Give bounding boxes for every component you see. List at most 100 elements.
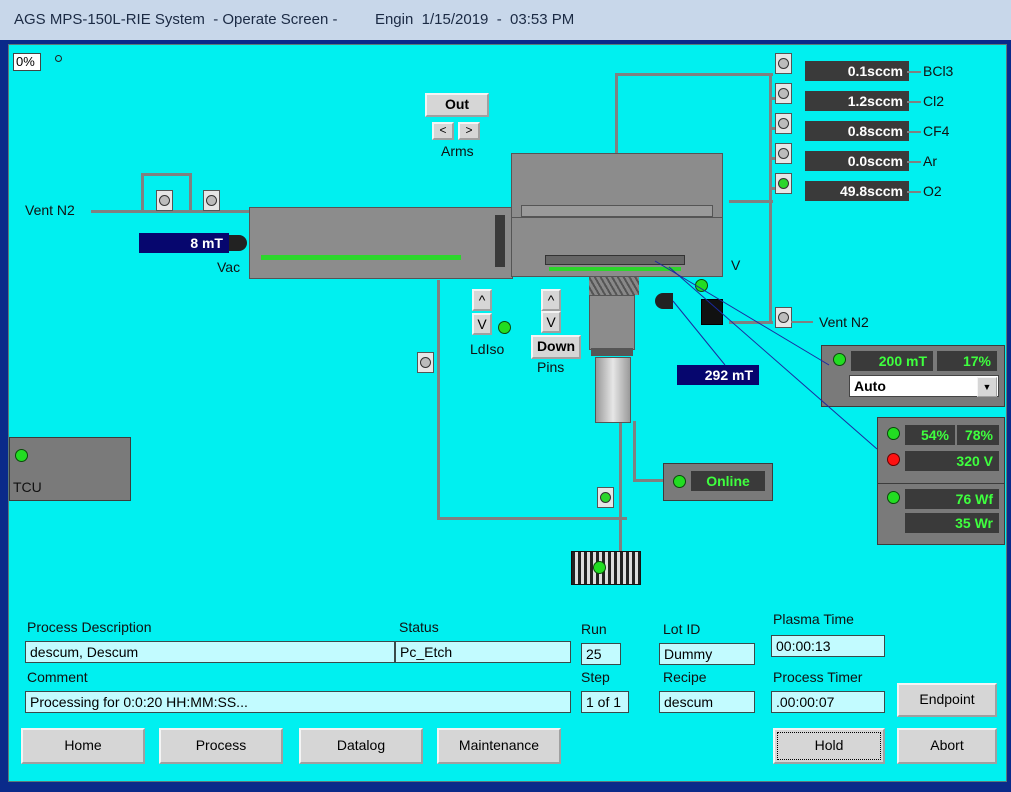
gas-name-cl2: Cl2 (923, 93, 945, 109)
pressure-control-led (833, 353, 846, 366)
rf-match-led (887, 427, 900, 440)
turbo-pump (595, 357, 631, 423)
status-field: Pc_Etch (395, 641, 571, 663)
rf-forward-readout: 76 Wf (905, 489, 999, 509)
arms-left-button[interactable]: < (432, 122, 454, 140)
lotid-label: Lot ID (663, 621, 701, 637)
process-button[interactable]: Process (159, 728, 283, 764)
pipe (729, 200, 773, 203)
pipe (615, 73, 773, 76)
pressure-mode-value: Auto (854, 378, 886, 394)
status-dot-icon (55, 55, 62, 62)
step-label: Step (581, 669, 610, 685)
vent-valve-right[interactable] (775, 307, 792, 328)
process-timer-field: .00:00:07 (771, 691, 885, 713)
recipe-label: Recipe (663, 669, 707, 685)
pipe (791, 321, 813, 323)
home-button[interactable]: Home (21, 728, 145, 764)
pipe (141, 173, 144, 213)
gas-readout-cf4: 0.8sccm (805, 121, 909, 141)
chamber-electrode (545, 255, 685, 265)
vent-valve-2[interactable] (203, 190, 220, 211)
vent-n2-left-label: Vent N2 (25, 202, 75, 218)
plasma-time-field: 00:00:13 (771, 635, 885, 657)
pipe (633, 421, 636, 481)
gas-name-cf4: CF4 (923, 123, 950, 139)
gas-valve-o2[interactable] (775, 173, 792, 194)
rf-power-led (887, 491, 900, 504)
chevron-down-icon[interactable]: ▼ (977, 377, 997, 397)
pins-up-button[interactable]: ^ (541, 289, 561, 311)
comment-label: Comment (27, 669, 88, 685)
vent-n2-right-label: Vent N2 (819, 314, 869, 330)
ldiso-status-led (498, 321, 511, 334)
pins-label: Pins (537, 359, 565, 375)
run-label: Run (581, 621, 607, 637)
pipe (141, 173, 191, 176)
pump-line-valve[interactable] (597, 487, 614, 508)
chamber-green-bar (549, 267, 681, 271)
rf-bias-readout: 320 V (905, 451, 999, 471)
pump-status-led (673, 475, 686, 488)
endpoint-button[interactable]: Endpoint (897, 683, 997, 717)
gas-readout-o2: 49.8sccm (805, 181, 909, 201)
pipe (907, 101, 921, 103)
pressure-mode-select[interactable]: Auto ▼ (849, 375, 999, 397)
arms-label: Arms (441, 143, 474, 159)
vent-valve-1[interactable] (156, 190, 173, 211)
roughing-pump-icon (571, 551, 641, 585)
pins-down-button[interactable]: V (541, 311, 561, 333)
chamber-hatch (589, 277, 639, 295)
pipe (437, 280, 440, 520)
chamber-gauge-icon (655, 293, 673, 309)
maintenance-button[interactable]: Maintenance (437, 728, 561, 764)
ldiso-label: LdIso (470, 341, 505, 357)
pressure-setpoint-readout: 200 mT (851, 351, 933, 371)
process-description-field[interactable]: descum, Descum (25, 641, 395, 663)
gas-readout-ar: 0.0sccm (805, 151, 909, 171)
gas-valve-ar[interactable] (775, 143, 792, 164)
pipe (437, 517, 627, 520)
vac-line-valve[interactable] (417, 352, 434, 373)
lotid-field[interactable]: Dummy (659, 643, 755, 665)
pipe (907, 191, 921, 193)
datalog-button[interactable]: Datalog (299, 728, 423, 764)
gas-valve-cf4[interactable] (775, 113, 792, 134)
vac-label: Vac (217, 259, 241, 275)
gas-valve-cl2[interactable] (775, 83, 792, 104)
window-title: AGS MPS-150L-RIE System - Operate Screen… (0, 0, 1011, 40)
gas-valve-bcl3[interactable] (775, 53, 792, 74)
arms-state-button[interactable]: Out (425, 93, 489, 117)
ldiso-gate (495, 215, 505, 267)
pins-state-button[interactable]: Down (531, 335, 581, 359)
gas-name-ar: Ar (923, 153, 937, 169)
gas-readout-cl2: 1.2sccm (805, 91, 909, 111)
vac-pressure-readout: 8 mT (139, 233, 229, 253)
arms-right-button[interactable]: > (458, 122, 480, 140)
pipe (907, 161, 921, 163)
abort-button[interactable]: Abort (897, 728, 997, 764)
percent-indicator: 0% (13, 53, 41, 71)
pump-status-readout: Online (691, 471, 765, 491)
step-field: 1 of 1 (581, 691, 629, 713)
chamber-valve-led (695, 279, 708, 292)
run-field: 25 (581, 643, 621, 665)
rf-tune-readout: 78% (957, 425, 999, 445)
process-timer-label: Process Timer (773, 669, 863, 685)
throttle-valve-icon (701, 299, 723, 325)
process-description-label: Process Description (27, 619, 152, 635)
tcu-label: TCU (13, 479, 42, 495)
ldiso-up-button[interactable]: ^ (472, 289, 492, 311)
comment-field[interactable]: Processing for 0:0:20 HH:MM:SS... (25, 691, 571, 713)
pipe (729, 321, 773, 324)
hold-button[interactable]: Hold (773, 728, 885, 764)
lid-slot (521, 205, 713, 217)
chamber-column-band (591, 348, 633, 356)
status-label: Status (399, 619, 439, 635)
pressure-percent-readout: 17% (937, 351, 997, 371)
ldiso-down-button[interactable]: V (472, 313, 492, 335)
roughing-pump-led (593, 561, 606, 574)
load-lock (249, 207, 513, 279)
pipe (615, 73, 618, 155)
recipe-field[interactable]: descum (659, 691, 755, 713)
